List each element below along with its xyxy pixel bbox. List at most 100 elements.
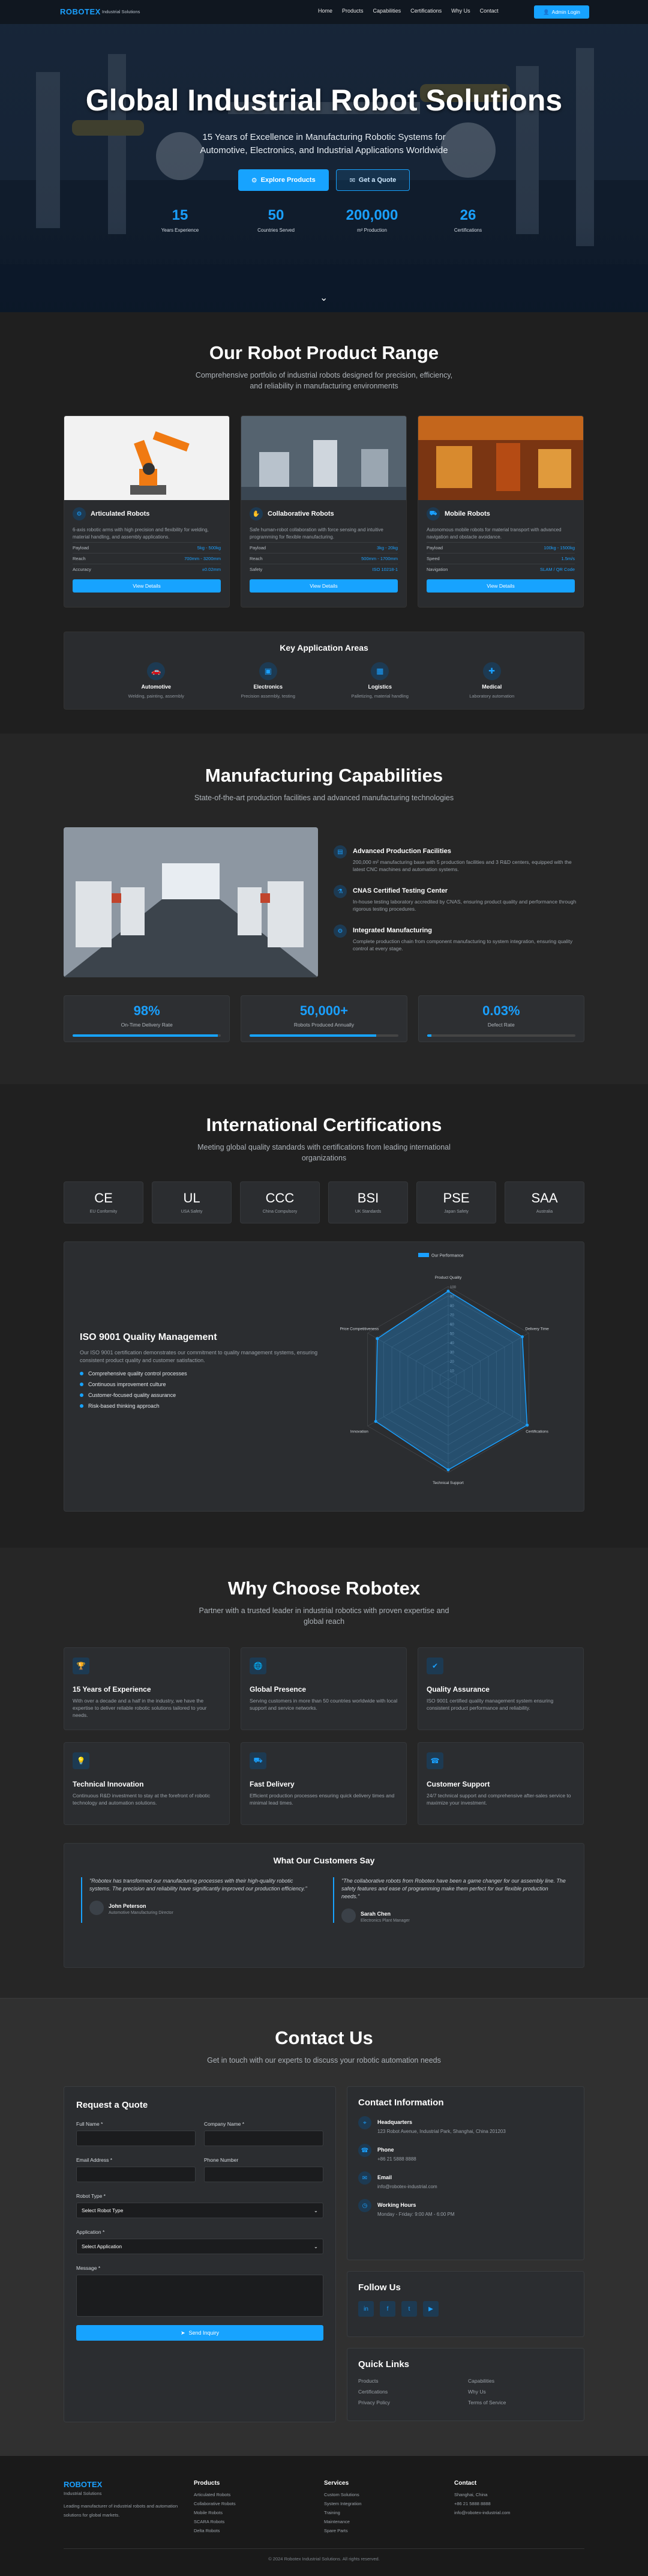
testimonial: "The collaborative robots from Robotex h… bbox=[333, 1877, 567, 1923]
admin-login-button[interactable]: 👤 Admin Login bbox=[534, 5, 589, 19]
why-card-support: ☎ Customer Support 24/7 technical support … bbox=[418, 1742, 584, 1825]
spec-row: Reach 700mm - 3200mm bbox=[73, 553, 221, 564]
linkedin-icon[interactable]: in bbox=[358, 2301, 374, 2317]
send-inquiry-button[interactable]: ➤ Send Inquiry bbox=[76, 2325, 323, 2341]
why-card-innovation: 💡 Technical Innovation Continuous R&D inve… bbox=[64, 1742, 230, 1825]
spec-row: Speed 1.5m/s bbox=[427, 553, 575, 564]
phone-input[interactable] bbox=[204, 2167, 323, 2182]
nav-why-us[interactable]: Why Us bbox=[451, 8, 470, 14]
cert-ul: UL USA Safety bbox=[152, 1181, 232, 1223]
app-automotive: 🚗 Automotive Welding, painting, assembly bbox=[114, 662, 198, 701]
cert-ce: CE EU Conformity bbox=[64, 1181, 143, 1223]
product-card-collaborative: ✋ Collaborative Robots Safe human-robot c… bbox=[241, 415, 407, 608]
iso-point: Risk-based thinking approach bbox=[80, 1403, 320, 1409]
testimonial: "Robotex has transformed our manufacturi… bbox=[81, 1877, 315, 1923]
why-card-experience: 🏆 15 Years of Experience With over a decad… bbox=[64, 1647, 230, 1730]
send-icon: ➤ bbox=[180, 2329, 185, 2336]
radar-category-label: Price Competitiveness bbox=[340, 1327, 379, 1332]
quick-link[interactable]: Privacy Policy bbox=[358, 2400, 463, 2406]
spec-row: Accuracy ±0.02mm bbox=[73, 564, 221, 575]
feature-testing-center: ⚗ CNAS Certified Testing Center In-house t… bbox=[334, 885, 584, 912]
get-quote-button[interactable]: ✉ Get a Quote bbox=[335, 169, 410, 191]
brand-subtitle: Industrial Solutions bbox=[102, 9, 140, 14]
explore-products-button[interactable]: ⚙ Explore Products bbox=[238, 169, 329, 191]
top-nav: ROBOTEX Industrial Solutions Home Produc… bbox=[0, 0, 648, 24]
brand-logo[interactable]: ROBOTEX bbox=[60, 7, 101, 16]
copyright: © 2024 Robotex Industrial Solutions. All… bbox=[64, 2548, 584, 2562]
feature-integrated-manufacturing: ⚙ Integrated Manufacturing Complete produc… bbox=[334, 925, 584, 952]
view-details-button[interactable]: View Details bbox=[427, 579, 575, 593]
cert-pse: PSE Japan Safety bbox=[416, 1181, 496, 1223]
kpi-robots-produced: 50,000+ Robots Produced Annually bbox=[241, 995, 407, 1042]
robot-arm-icon: ⚙ bbox=[73, 507, 86, 520]
key-application-areas: Key Application Areas 🚗 Automotive Welding… bbox=[64, 632, 584, 710]
youtube-icon[interactable]: ▶ bbox=[423, 2301, 439, 2317]
full-name-input[interactable] bbox=[76, 2131, 196, 2146]
radar-point bbox=[446, 1290, 450, 1293]
medical-icon: ✚ bbox=[482, 662, 501, 680]
twitter-icon[interactable]: t bbox=[401, 2301, 417, 2317]
hero-title: Global Industrial Robot Solutions bbox=[85, 83, 563, 117]
quick-link[interactable]: Capabilities bbox=[468, 2378, 573, 2384]
facebook-icon[interactable]: f bbox=[380, 2301, 395, 2317]
avatar bbox=[341, 1908, 356, 1923]
robot-type-select[interactable]: Select Robot Type ⌄ bbox=[76, 2203, 323, 2218]
certifications-subtitle: Meeting global quality standards with ce… bbox=[197, 1143, 451, 1162]
product-desc: Safe human-robot collaboration with forc… bbox=[250, 527, 383, 540]
stat-production: 200,000 m² Production bbox=[346, 207, 398, 233]
product-desc: 6-axis robotic arms with high precision … bbox=[73, 527, 209, 540]
radar-legend-label: Our Performance bbox=[431, 1254, 464, 1258]
nav-capabilities[interactable]: Capabilities bbox=[373, 8, 401, 14]
kpi-defect-rate: 0.03% Defect Rate bbox=[418, 995, 584, 1042]
radar-point bbox=[446, 1468, 450, 1471]
why-card-delivery: ⛟ Fast Delivery Efficient production proce… bbox=[241, 1742, 407, 1825]
quick-link[interactable]: Why Us bbox=[468, 2389, 573, 2395]
why-card-quality: ✔ Quality Assurance ISO 9001 certified qua… bbox=[418, 1647, 584, 1730]
radar-category-label: Innovation bbox=[350, 1430, 368, 1434]
why-subtitle: Partner with a trusted leader in industr… bbox=[199, 1606, 449, 1626]
radar-category-label: Delivery Time bbox=[525, 1327, 549, 1332]
box-icon: ▦ bbox=[371, 662, 389, 680]
chip-icon: ▣ bbox=[259, 662, 277, 680]
nav-certifications[interactable]: Certifications bbox=[410, 8, 442, 14]
chevron-down-icon: ⌄ bbox=[313, 2207, 318, 2213]
message-textarea[interactable] bbox=[76, 2275, 323, 2317]
app-logistics: ▦ Logistics Palletizing, material handling bbox=[338, 662, 422, 701]
nav-products[interactable]: Products bbox=[342, 8, 364, 14]
iso-title: ISO 9001 Quality Management bbox=[80, 1332, 217, 1342]
quick-link[interactable]: Terms of Service bbox=[468, 2400, 573, 2406]
app-electronics: ▣ Electronics Precision assembly, testing bbox=[226, 662, 310, 701]
feature-production-facilities: ▤ Advanced Production Facilities 200,000 m… bbox=[334, 845, 584, 873]
contact-section: Contact Us Get in touch with our experts… bbox=[0, 1998, 648, 2456]
flask-icon: ⚗ bbox=[334, 885, 347, 898]
products-section: Our Robot Product Range Comprehensive po… bbox=[0, 312, 648, 734]
radar-legend-swatch bbox=[418, 1253, 429, 1257]
view-details-button[interactable]: View Details bbox=[250, 579, 398, 593]
scroll-down-icon[interactable]: ⌄ bbox=[320, 292, 328, 304]
user-icon: 👤 bbox=[543, 8, 550, 15]
chevron-down-icon: ⌄ bbox=[313, 2243, 318, 2249]
avatar bbox=[89, 1900, 104, 1915]
spec-row: Payload 3kg - 20kg bbox=[250, 542, 398, 553]
application-select[interactable]: Select Application ⌄ bbox=[76, 2239, 323, 2254]
nav-contact[interactable]: Contact bbox=[480, 8, 499, 14]
hero-stats: 15 Years Experience 50 Countries Served 20… bbox=[138, 207, 510, 235]
spec-row: Navigation SLAM / QR Code bbox=[427, 564, 575, 575]
radar-category-label: Product Quality bbox=[435, 1276, 462, 1280]
mail-icon: ✉ bbox=[349, 176, 355, 184]
radar-point bbox=[376, 1337, 379, 1341]
spec-row: Payload 5kg - 500kg bbox=[73, 542, 221, 553]
quick-link[interactable]: Certifications bbox=[358, 2389, 463, 2395]
company-name-input[interactable] bbox=[204, 2131, 323, 2146]
stat-certifications: 26 Certifications bbox=[454, 207, 482, 233]
nav-home[interactable]: Home bbox=[318, 8, 332, 14]
car-icon: 🚗 bbox=[147, 662, 166, 680]
badge-icon: ✔ bbox=[427, 1658, 443, 1674]
radar-tick-label: 100 bbox=[450, 1286, 457, 1290]
cert-bsi: BSI UK Standards bbox=[328, 1181, 408, 1223]
kpi-delivery-rate: 98% On-Time Delivery Rate bbox=[64, 995, 230, 1042]
quick-link[interactable]: Products bbox=[358, 2378, 463, 2384]
view-details-button[interactable]: View Details bbox=[73, 579, 221, 593]
email-input[interactable] bbox=[76, 2167, 196, 2182]
radar-category-label: Certifications bbox=[526, 1430, 548, 1434]
